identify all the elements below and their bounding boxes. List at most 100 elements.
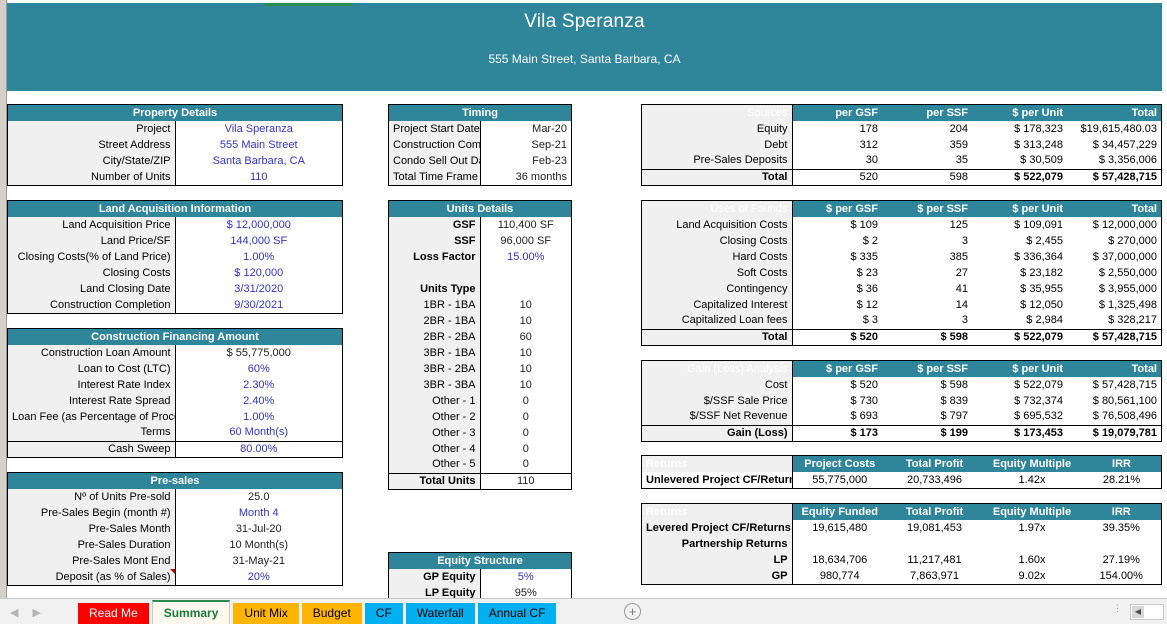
- sheet-nav-arrows[interactable]: ◀ ▶: [10, 604, 66, 620]
- row-value[interactable]: 9/30/2021: [175, 297, 342, 313]
- spacer-row: [389, 265, 571, 281]
- prev-sheet-icon[interactable]: ◀: [10, 606, 18, 619]
- row-label-with-comment[interactable]: Deposit (as % of Sales): [8, 569, 176, 585]
- sheet-tab-read-me[interactable]: Read Me: [78, 603, 149, 624]
- spreadsheet-canvas[interactable]: Vila Speranza 555 Main Street, Santa Bar…: [0, 0, 1167, 598]
- row-value[interactable]: 25.0: [175, 489, 342, 505]
- table-row: Land Closing Date 3/31/2020: [8, 281, 342, 297]
- cell: $ 3,955,000: [1098, 282, 1157, 295]
- row-label: Closing Costs: [8, 265, 176, 281]
- row-value[interactable]: Mar-20: [480, 121, 571, 137]
- row-value[interactable]: Vila Speranza: [175, 121, 342, 137]
- table-row: $/SSF Sale Price $ 730 $ 839 $ 732,374 $ 80,…: [642, 393, 1161, 409]
- row-value[interactable]: 36 months: [480, 169, 571, 185]
- property-details-header: Property Details: [8, 105, 342, 121]
- row-value[interactable]: Month 4: [175, 505, 342, 521]
- row-value[interactable]: Feb-23: [480, 153, 571, 169]
- row-value[interactable]: 555 Main Street: [175, 137, 342, 153]
- row-label: Pre-Sales Begin (month #): [8, 505, 176, 521]
- row-value[interactable]: 10: [480, 377, 571, 393]
- table-row: Pre-Sales Begin (month #) Month 4: [8, 505, 342, 521]
- sheet-tab-unit-mix[interactable]: Unit Mix: [233, 603, 299, 624]
- col-header: $ per GSF: [792, 201, 882, 217]
- row-label: Gain (Loss): [642, 424, 793, 441]
- cell: $ 313,248: [1014, 138, 1063, 151]
- sheet-tab-summary[interactable]: Summary: [151, 600, 231, 624]
- row-value[interactable]: 144,000 SF: [175, 233, 342, 249]
- row-value[interactable]: 0: [480, 409, 571, 425]
- row-value[interactable]: 0: [480, 425, 571, 441]
- table-row: Total Units 110: [389, 472, 571, 489]
- row-value[interactable]: 10 Month(s): [175, 537, 342, 553]
- row-label: SSF: [389, 233, 481, 249]
- sheet-tab-annual-cf[interactable]: Annual CF: [477, 603, 557, 624]
- table-row: GSF 110,400 SF: [389, 217, 571, 233]
- row-value[interactable]: 10: [480, 297, 571, 313]
- row-label: Hard Costs: [642, 249, 793, 265]
- horizontal-scrollbar[interactable]: ◀: [1130, 604, 1164, 620]
- row-value[interactable]: 110,400 SF: [480, 217, 571, 233]
- sheet-tab-budget[interactable]: Budget: [301, 603, 362, 624]
- row-value[interactable]: 31-Jul-20: [175, 521, 342, 537]
- cell: 598: [882, 168, 972, 185]
- row-label: Other - 5: [389, 457, 481, 473]
- cell: $ 335: [850, 250, 878, 263]
- row-value[interactable]: 0: [480, 441, 571, 457]
- row-value[interactable]: $ 120,000: [175, 265, 342, 281]
- table-row: Unlevered Project CF/Returns 55,775,000 …: [642, 472, 1161, 488]
- row-label: Other - 3: [389, 425, 481, 441]
- row-value[interactable]: 10: [480, 313, 571, 329]
- row-label: 1BR - 1BA: [389, 297, 481, 313]
- cell: $ 34,457,229: [1092, 138, 1157, 151]
- cell: 125: [949, 218, 968, 231]
- row-label: Land Acquisition Price: [8, 217, 176, 233]
- row-label: LP: [642, 552, 793, 568]
- row-value[interactable]: 110: [175, 169, 342, 185]
- row-label: City/State/ZIP: [8, 153, 176, 169]
- row-value[interactable]: 60 Month(s): [175, 425, 342, 441]
- add-sheet-button[interactable]: +: [624, 603, 641, 620]
- row-label: Contingency: [642, 281, 793, 297]
- row-value[interactable]: 10: [480, 361, 571, 377]
- table-row: Land Price/SF 144,000 SF: [8, 233, 342, 249]
- row-value[interactable]: 80.00%: [175, 440, 342, 457]
- row-value[interactable]: 2.40%: [175, 393, 342, 409]
- row-value[interactable]: 0: [480, 457, 571, 473]
- row-label: Total Time Frame: [389, 169, 481, 185]
- drag-handle-icon[interactable]: ⋮: [1113, 604, 1122, 618]
- equity-structure-block: Equity Structure GP Equity 5% LP Equity 95…: [388, 552, 572, 598]
- next-sheet-icon[interactable]: ▶: [32, 606, 40, 619]
- row-value[interactable]: 95%: [480, 585, 571, 599]
- table-row: Pre-Sales Mont End 31-May-21: [8, 553, 342, 569]
- row-value[interactable]: 60%: [175, 361, 342, 377]
- row-value[interactable]: 31-May-21: [175, 553, 342, 569]
- table-row: LP 18,634,706 11,217,481 1.60x 27.19%: [642, 552, 1161, 568]
- row-label: Closing Costs: [642, 233, 793, 249]
- row-value[interactable]: Sep-21: [480, 137, 571, 153]
- land-acquisition-block: Land Acquisition Information Land Acquis…: [7, 200, 343, 314]
- row-value[interactable]: 20%: [175, 569, 342, 585]
- row-value[interactable]: 2.30%: [175, 377, 342, 393]
- row-value[interactable]: $ 12,000,000: [175, 217, 342, 233]
- table-row: GP 980,774 7,863,971 9.02x 154.00%: [642, 568, 1161, 584]
- row-value[interactable]: $ 55,775,000: [175, 345, 342, 361]
- row-value[interactable]: 96,000 SF: [480, 233, 571, 249]
- row-value[interactable]: 0: [480, 393, 571, 409]
- row-value[interactable]: 60: [480, 329, 571, 345]
- cell: $ 522,079: [1014, 378, 1063, 391]
- cell: [887, 536, 982, 552]
- row-value[interactable]: 1.00%: [175, 409, 342, 425]
- row-value[interactable]: 3/31/2020: [175, 281, 342, 297]
- row-value[interactable]: 1.00%: [175, 249, 342, 265]
- row-value[interactable]: 15.00%: [480, 249, 571, 265]
- sheet-tab-waterfall[interactable]: Waterfall: [405, 603, 475, 624]
- table-row: Terms 60 Month(s): [8, 425, 342, 441]
- row-value[interactable]: 10: [480, 345, 571, 361]
- table-row: 3BR - 2BA 10: [389, 361, 571, 377]
- sheet-tab-cf[interactable]: CF: [364, 603, 403, 624]
- row-value[interactable]: Santa Barbara, CA: [175, 153, 342, 169]
- scroll-left-icon[interactable]: ◀: [1132, 606, 1144, 618]
- table-row: Capitalized Interest $ 12 14 $ 12,050 $ 1,32…: [642, 297, 1161, 313]
- row-value[interactable]: 5%: [480, 569, 571, 585]
- gain-loss-analysis-block: Gain (Loss) Analysis $ per GSF $ per SSF…: [641, 360, 1162, 442]
